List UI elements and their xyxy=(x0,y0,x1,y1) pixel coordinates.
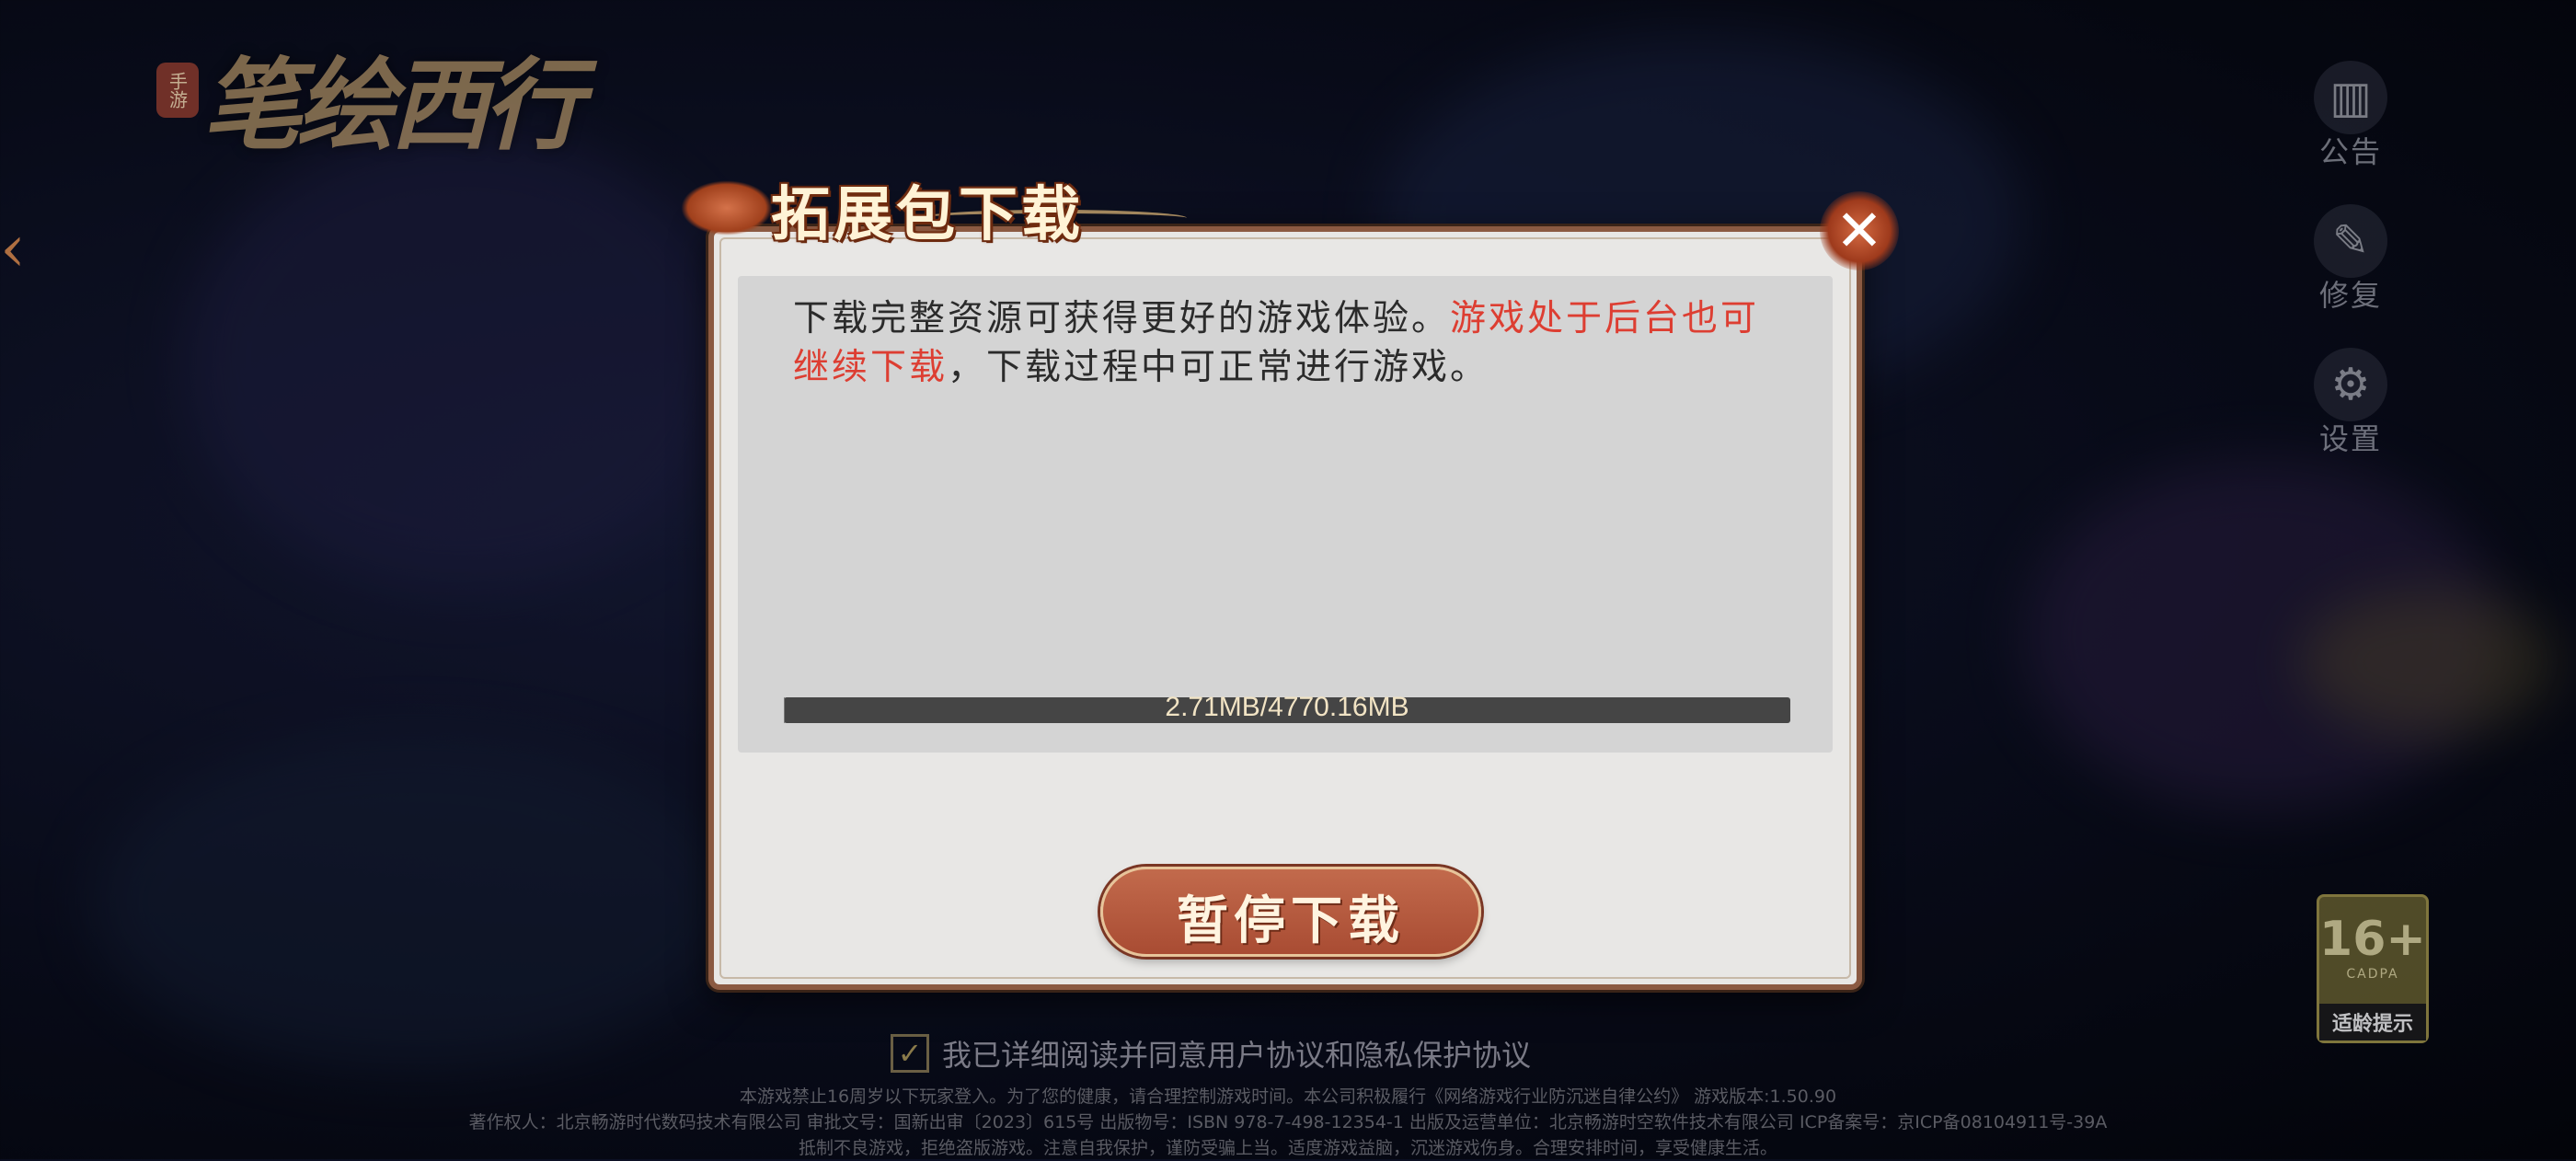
logo-seal: 手游 xyxy=(156,63,199,118)
age-rating: 16+ xyxy=(2319,912,2426,967)
notice-icon: ▥ xyxy=(2314,61,2387,134)
side-settings-button[interactable]: ⚙ 设置 xyxy=(2309,348,2392,458)
download-progress-bar: 2.71MB/4770.16MB xyxy=(784,692,1790,723)
agreement-checkbox[interactable]: ✓ xyxy=(891,1034,929,1073)
game-logo: 手游 笔绘西行 xyxy=(156,26,598,164)
footer-line-2: 著作权人：北京畅游时代数码技术有限公司 审批文号：国新出审〔2023〕615号 … xyxy=(468,1112,2108,1132)
desc-part-1: 下载完整资源可获得更好的游戏体验。 xyxy=(793,298,1451,339)
side-repair-label: 修复 xyxy=(2318,278,2382,313)
pause-download-label: 暂停下载 xyxy=(1177,891,1405,951)
dialog-description: 下载完整资源可获得更好的游戏体验。游戏处于后台也可继续下载，下载过程中可正常进行… xyxy=(793,294,1787,392)
title-ornament-icon xyxy=(681,180,773,236)
checkmark-icon: ✓ xyxy=(897,1036,923,1071)
side-settings-label: 设置 xyxy=(2318,421,2382,456)
logo-text: 笔绘西行 xyxy=(202,48,583,164)
agreement-row[interactable]: ✓ 我已详细阅读并同意用户协议和隐私保护协议 xyxy=(891,1032,1531,1075)
footer-line-3: 抵制不良游戏，拒绝盗版游戏。注意自我保护，谨防受骗上当。适度游戏益脑，沉迷游戏伤… xyxy=(798,1138,1777,1158)
dialog-content-panel: 下载完整资源可获得更好的游戏体验。游戏处于后台也可继续下载，下载过程中可正常进行… xyxy=(738,276,1833,753)
progress-text: 2.71MB/4770.16MB xyxy=(1165,692,1409,722)
dialog-title: 拓展包下载 xyxy=(771,180,1084,249)
close-icon: ✕ xyxy=(1835,197,1883,264)
footer-notice: 本游戏禁止16周岁以下玩家登入。为了您的健康，请合理控制游戏时间。本公司积极履行… xyxy=(0,1084,2576,1161)
side-notice-label: 公告 xyxy=(2318,134,2382,169)
age-rating-badge[interactable]: 16+ CADPA 适龄提示 xyxy=(2317,894,2429,1043)
side-notice-button[interactable]: ▥ 公告 xyxy=(2309,61,2392,171)
age-tip: 适龄提示 xyxy=(2319,1004,2426,1040)
repair-icon: ✎ xyxy=(2314,204,2387,278)
gear-icon: ⚙ xyxy=(2314,348,2387,421)
footer-line-1: 本游戏禁止16周岁以下玩家登入。为了您的健康，请合理控制游戏时间。本公司积极履行… xyxy=(739,1086,1837,1107)
desc-part-2: ，下载过程中可正常进行游戏。 xyxy=(948,347,1489,388)
side-repair-button[interactable]: ✎ 修复 xyxy=(2309,204,2392,315)
back-arrow-icon[interactable]: ‹ xyxy=(0,212,42,285)
pause-download-button[interactable]: 暂停下载 xyxy=(1100,867,1481,957)
close-button[interactable]: ✕ xyxy=(1820,191,1899,270)
age-rating-code: CADPA xyxy=(2346,967,2399,982)
agreement-text: 我已详细阅读并同意用户协议和隐私保护协议 xyxy=(942,1038,1532,1073)
